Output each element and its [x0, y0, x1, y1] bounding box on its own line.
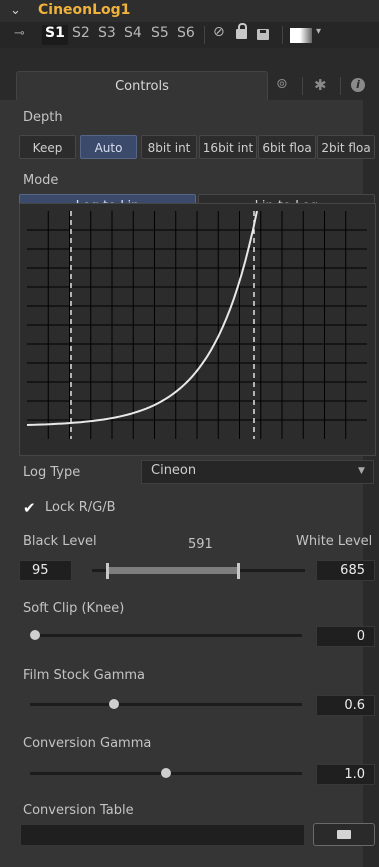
- soft-clip-slider[interactable]: [30, 634, 302, 637]
- film-stock-gamma-slider[interactable]: [30, 703, 302, 706]
- conversion-gamma-label: Conversion Gamma: [23, 736, 152, 751]
- tab-separator: [340, 77, 341, 95]
- swatch-dropdown-icon[interactable]: ▾: [316, 26, 321, 37]
- folder-icon: [337, 830, 351, 839]
- dropdown-arrow-icon: ▼: [358, 466, 365, 476]
- version-slot-5[interactable]: S5: [151, 25, 169, 45]
- white-level-input[interactable]: 685: [316, 560, 375, 581]
- black-level-input[interactable]: 95: [19, 560, 72, 581]
- version-slot-3[interactable]: S3: [98, 25, 116, 45]
- soft-clip-knob[interactable]: [30, 630, 40, 640]
- black-level-label: Black Level: [23, 534, 97, 549]
- version-slot-6[interactable]: S6: [177, 25, 195, 45]
- color-swatch-icon[interactable]: [290, 28, 312, 43]
- black-level-handle[interactable]: [106, 563, 109, 579]
- checkmark-icon[interactable]: ✔: [23, 499, 36, 517]
- depth-label: Depth: [23, 110, 63, 125]
- conversion-gamma-knob[interactable]: [161, 768, 171, 778]
- version-slot-2[interactable]: S2: [72, 25, 90, 45]
- info-icon[interactable]: i: [351, 78, 365, 92]
- conversion-table-path-input[interactable]: [20, 824, 305, 846]
- version-slot-1[interactable]: S1: [42, 25, 68, 45]
- conversion-table-label: Conversion Table: [23, 803, 134, 818]
- tab-controls[interactable]: Controls: [16, 71, 268, 102]
- toolbar-separator: [282, 26, 283, 44]
- mode-label: Mode: [23, 173, 59, 188]
- depth-8bit-int-button[interactable]: 8bit int: [141, 135, 197, 159]
- levels-range-fill: [108, 567, 239, 574]
- lock-icon[interactable]: [236, 23, 247, 39]
- film-stock-gamma-knob[interactable]: [108, 699, 119, 709]
- depth-16bit-int-button[interactable]: 16bit int: [199, 135, 257, 159]
- white-level-handle[interactable]: [237, 563, 240, 579]
- toolbar-separator: [204, 26, 205, 44]
- soft-clip-label: Soft Clip (Knee): [23, 601, 125, 616]
- depth-16bit-float-button[interactable]: 6bit floa: [258, 135, 316, 159]
- conversion-gamma-input[interactable]: 1.0: [316, 764, 375, 785]
- mid-level-value: 591: [188, 537, 213, 552]
- lock-rgb-label[interactable]: Lock R/G/B: [45, 500, 116, 515]
- log-type-label: Log Type: [23, 465, 81, 480]
- depth-auto-button[interactable]: Auto: [80, 135, 137, 159]
- tool-name[interactable]: CineonLog1: [38, 2, 130, 18]
- film-stock-gamma-input[interactable]: 0.6: [316, 695, 375, 716]
- white-level-label: White Level: [296, 534, 373, 549]
- log-type-value: Cineon: [151, 463, 197, 478]
- collapse-chevron-icon[interactable]: ⌄: [10, 3, 21, 18]
- curve-plot: [27, 211, 367, 439]
- save-settings-icon[interactable]: [257, 29, 269, 40]
- tab-separator: [302, 77, 303, 95]
- version-slot-4[interactable]: S4: [124, 25, 142, 45]
- depth-keep-button[interactable]: Keep: [19, 135, 76, 159]
- disable-icon[interactable]: ⊘: [213, 24, 225, 40]
- gear-icon[interactable]: ✱: [314, 76, 327, 94]
- browse-button[interactable]: [313, 823, 375, 846]
- soft-clip-input[interactable]: 0: [316, 626, 375, 647]
- depth-32bit-float-button[interactable]: 2bit floa: [317, 135, 375, 159]
- pin-icon[interactable]: ⊸: [14, 26, 25, 41]
- link-icon[interactable]: ⊚: [276, 76, 288, 92]
- film-stock-gamma-label: Film Stock Gamma: [23, 668, 145, 683]
